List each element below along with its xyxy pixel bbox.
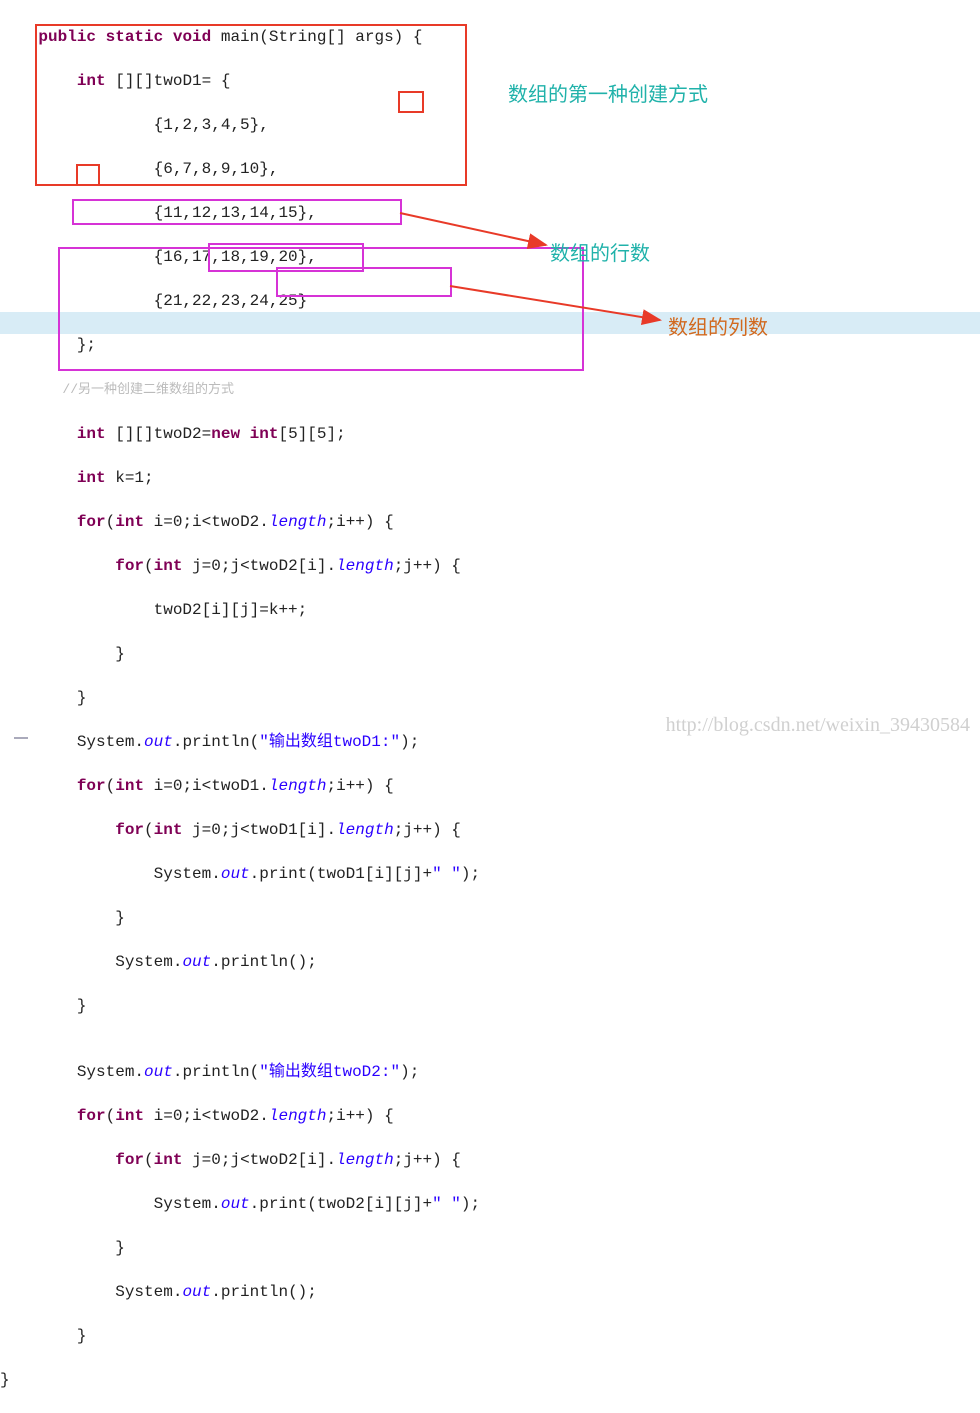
annotation-first-way: 数组的第一种创建方式 [508,78,708,107]
watermark-text: http://blog.csdn.net/weixin_39430584 [666,714,970,737]
highlight-box-new-int55 [72,199,402,225]
highlight-box-nested-for [58,247,584,371]
annotation-cols: 数组的列数 [668,311,768,340]
highlight-box-array1-small2 [398,91,424,113]
annotation-rows: 数组的行数 [550,237,650,266]
highlight-box-array1-small1 [76,164,100,186]
